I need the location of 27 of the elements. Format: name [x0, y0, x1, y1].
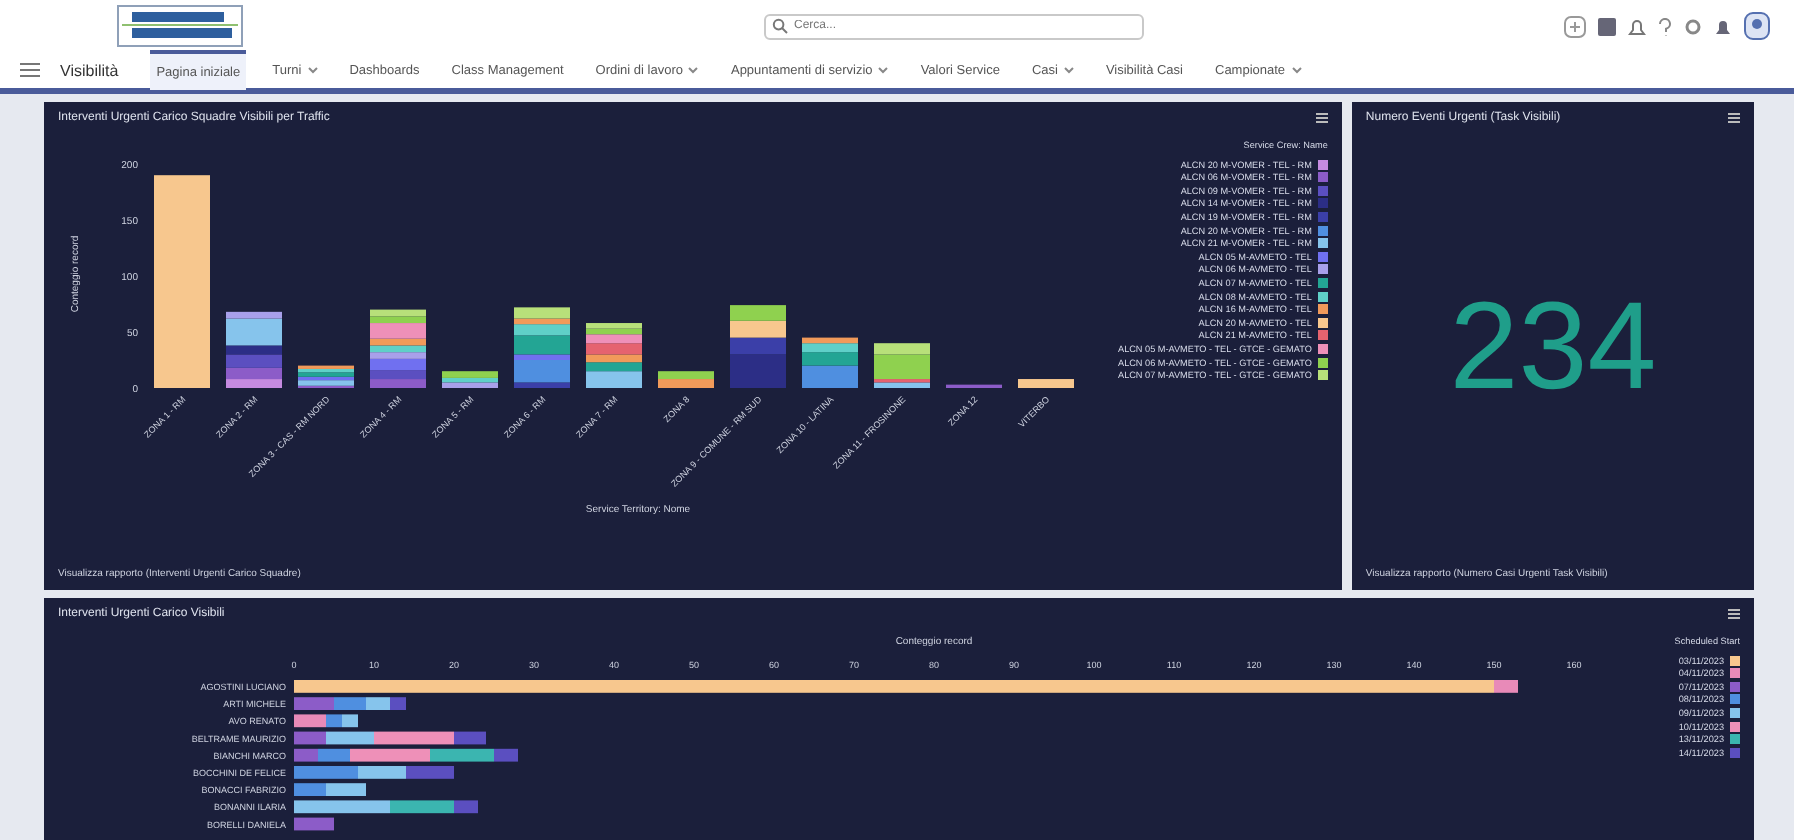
bar-segment[interactable] — [390, 800, 454, 814]
bar-segment[interactable] — [326, 731, 374, 745]
bar-segment[interactable] — [294, 800, 390, 814]
menu-icon[interactable] — [1728, 608, 1740, 620]
bar-segment[interactable] — [350, 748, 430, 762]
avatar-icon[interactable] — [1744, 12, 1770, 40]
notification-icon[interactable] — [1714, 17, 1732, 35]
bar-segment[interactable] — [326, 714, 342, 728]
bar-segment[interactable] — [294, 748, 318, 762]
bell-icon[interactable] — [1628, 17, 1646, 35]
menu-icon[interactable] — [1728, 112, 1740, 124]
help-icon[interactable] — [1658, 17, 1672, 35]
bar-segment[interactable] — [802, 337, 858, 344]
bar-segment[interactable] — [430, 748, 494, 762]
bar-segment[interactable] — [342, 714, 358, 728]
search-icon — [772, 18, 788, 34]
plus-icon[interactable] — [1564, 15, 1586, 37]
app-name: Visibilità — [60, 61, 119, 79]
bar-segment[interactable] — [294, 714, 326, 728]
bar-segment[interactable] — [226, 311, 282, 319]
app-launcher-icon[interactable] — [20, 62, 40, 78]
bar-segment[interactable] — [370, 309, 426, 317]
bar-segment[interactable] — [318, 748, 350, 762]
bar-segment[interactable] — [374, 731, 454, 745]
metric-value: 234 — [1449, 275, 1657, 417]
menu-icon[interactable] — [1315, 112, 1328, 124]
bar-segment[interactable] — [226, 318, 282, 346]
